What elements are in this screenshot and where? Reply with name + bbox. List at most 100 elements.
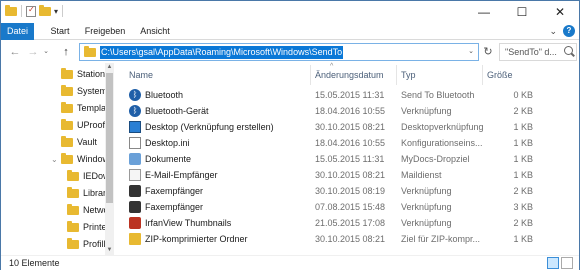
column-header-size[interactable]: Größe: [483, 65, 537, 85]
file-type: Verknüpfung: [401, 106, 452, 116]
tree-item-station[interactable]: Station: [61, 67, 105, 82]
file-size: 1 KB: [513, 170, 533, 180]
recent-locations-button[interactable]: ⌄: [41, 44, 51, 60]
explorer-window: ▾ — ☐ ✕ Datei Start Freigeben Ansicht ⌄ …: [0, 0, 580, 270]
file-row[interactable]: ᛒ Bluetooth 15.05.2015 11:31 Send To Blu…: [119, 87, 579, 103]
new-folder-icon[interactable]: [39, 4, 51, 16]
address-bar[interactable]: C:\Users\gsal\AppData\Roaming\Microsoft\…: [79, 43, 479, 61]
item-count: 10 Elemente: [9, 258, 60, 268]
folder-icon: [67, 221, 79, 232]
tree-item-label: Printe: [83, 222, 107, 232]
file-name: Desktop.ini: [145, 138, 190, 148]
file-size: 1 KB: [513, 138, 533, 148]
tree-item-templa[interactable]: Templa: [61, 101, 106, 116]
file-row[interactable]: Desktop.ini 18.04.2016 10:55 Konfigurati…: [119, 135, 579, 151]
folder-icon: [67, 204, 79, 215]
tab-ansicht[interactable]: Ansicht: [137, 23, 173, 40]
file-date: 30.10.2015 08:21: [315, 122, 386, 132]
refresh-button[interactable]: ↻: [481, 45, 495, 59]
status-bar: 10 Elemente: [1, 255, 579, 270]
mail-icon: [129, 169, 141, 181]
help-icon[interactable]: ?: [563, 25, 575, 37]
tree-item-libraries[interactable]: Librar: [67, 186, 106, 201]
tree-item-system[interactable]: System: [61, 84, 107, 99]
tab-start[interactable]: Start: [45, 23, 75, 40]
file-type: Maildienst: [401, 170, 442, 180]
file-type: Verknüpfung: [401, 186, 452, 196]
details-view-button[interactable]: [547, 257, 559, 269]
file-date: 18.04.2016 10:55: [315, 138, 386, 148]
tree-item-profiles[interactable]: Profill: [67, 237, 106, 252]
scroll-down-arrow-icon[interactable]: ▼: [105, 246, 114, 255]
tree-item-iedownload[interactable]: IEDow: [67, 169, 110, 184]
column-headers: ^ Name Änderungsdatum Typ Größe: [119, 63, 579, 85]
large-icons-view-button[interactable]: [561, 257, 573, 269]
scrollbar-thumb[interactable]: [106, 73, 113, 203]
tree-item-windows[interactable]: Window: [61, 152, 109, 167]
bluetooth-icon: ᛒ: [129, 89, 141, 101]
file-row[interactable]: Dokumente 15.05.2015 11:31 MyDocs-Dropzi…: [119, 151, 579, 167]
file-date: 30.10.2015 08:21: [315, 234, 386, 244]
expand-ribbon-button[interactable]: ⌄: [549, 26, 557, 37]
customize-quick-access-button[interactable]: ▾: [54, 7, 58, 16]
tab-freigeben[interactable]: Freigeben: [83, 23, 127, 40]
file-row[interactable]: ᛒ Bluetooth-Gerät 18.04.2016 10:55 Verkn…: [119, 103, 579, 119]
fax-icon: [129, 185, 141, 197]
file-date: 15.05.2015 11:31: [315, 154, 385, 164]
file-size: 3 KB: [513, 202, 533, 212]
close-button[interactable]: ✕: [541, 1, 579, 23]
address-path[interactable]: C:\Users\gsal\AppData\Roaming\Microsoft\…: [100, 45, 344, 59]
back-button[interactable]: ←: [7, 44, 23, 60]
file-type: Send To Bluetooth: [401, 90, 475, 100]
file-row[interactable]: Faxempfänger 07.08.2015 15:48 Verknüpfun…: [119, 199, 579, 215]
tab-datei[interactable]: Datei: [1, 23, 34, 40]
minimize-button[interactable]: —: [465, 1, 503, 23]
file-date: 15.05.2015 11:31: [315, 90, 385, 100]
tree-item-label: UProof: [77, 120, 106, 130]
file-name: Desktop (Verknüpfung erstellen): [145, 122, 274, 132]
file-size: 1 KB: [513, 122, 533, 132]
file-name: ZIP-komprimierter Ordner: [145, 234, 248, 244]
search-icon: [564, 46, 573, 55]
file-size: 2 KB: [513, 218, 533, 228]
file-row[interactable]: E-Mail-Empfänger 30.10.2015 08:21 Maildi…: [119, 167, 579, 183]
folder-icon: [84, 45, 96, 57]
file-name: IrfanView Thumbnails: [145, 218, 232, 228]
file-type: Desktopverknüpfung: [401, 122, 484, 132]
column-header-type[interactable]: Typ: [397, 65, 483, 85]
file-row[interactable]: ZIP-komprimierter Ordner 30.10.2015 08:2…: [119, 231, 579, 247]
folder-icon: [5, 4, 17, 16]
tree-item-label: Vault: [77, 137, 97, 147]
title-bar: ▾ — ☐ ✕: [1, 1, 579, 23]
file-row[interactable]: Faxempfänger 30.10.2015 08:19 Verknüpfun…: [119, 183, 579, 199]
file-name: Bluetooth: [145, 90, 184, 100]
tree-item-printers[interactable]: Printe: [67, 220, 107, 235]
column-header-name[interactable]: Name: [125, 65, 311, 85]
tree-item-network[interactable]: Netwo: [67, 203, 109, 218]
file-row[interactable]: IrfanView Thumbnails 21.05.2015 17:08 Ve…: [119, 215, 579, 231]
file-type: Verknüpfung: [401, 218, 452, 228]
address-dropdown-button[interactable]: ⌄: [468, 44, 474, 60]
properties-icon[interactable]: [26, 5, 36, 17]
ribbon-right-controls: ⌄ ?: [549, 25, 575, 37]
tree-item-vault[interactable]: Vault: [61, 135, 97, 150]
maximize-button[interactable]: ☐: [503, 1, 541, 23]
column-header-date[interactable]: Änderungsdatum: [311, 65, 397, 85]
folder-icon: [67, 187, 79, 198]
search-input[interactable]: "SendTo" d...: [499, 43, 577, 61]
file-size: 2 KB: [513, 186, 533, 196]
up-button[interactable]: ↑: [58, 44, 74, 60]
file-row[interactable]: Desktop (Verknüpfung erstellen) 30.10.20…: [119, 119, 579, 135]
scroll-up-arrow-icon[interactable]: ▲: [105, 63, 114, 72]
forward-button[interactable]: →: [25, 44, 41, 60]
zip-folder-icon: [129, 233, 141, 245]
nav-pane-scrollbar[interactable]: ▲ ▼: [105, 63, 114, 255]
file-type: MyDocs-Dropziel: [401, 154, 470, 164]
search-placeholder: "SendTo" d...: [505, 47, 557, 57]
expanded-chevron-icon[interactable]: ⌄: [51, 155, 59, 164]
tree-item-uproof[interactable]: UProof: [61, 118, 105, 133]
file-date: 21.05.2015 17:08: [315, 218, 386, 228]
folder-icon: [61, 102, 73, 113]
file-type: Ziel für ZIP-kompr...: [401, 234, 481, 244]
navigation-pane: Station System Templa UProof Vault ⌄ Win…: [1, 63, 113, 255]
